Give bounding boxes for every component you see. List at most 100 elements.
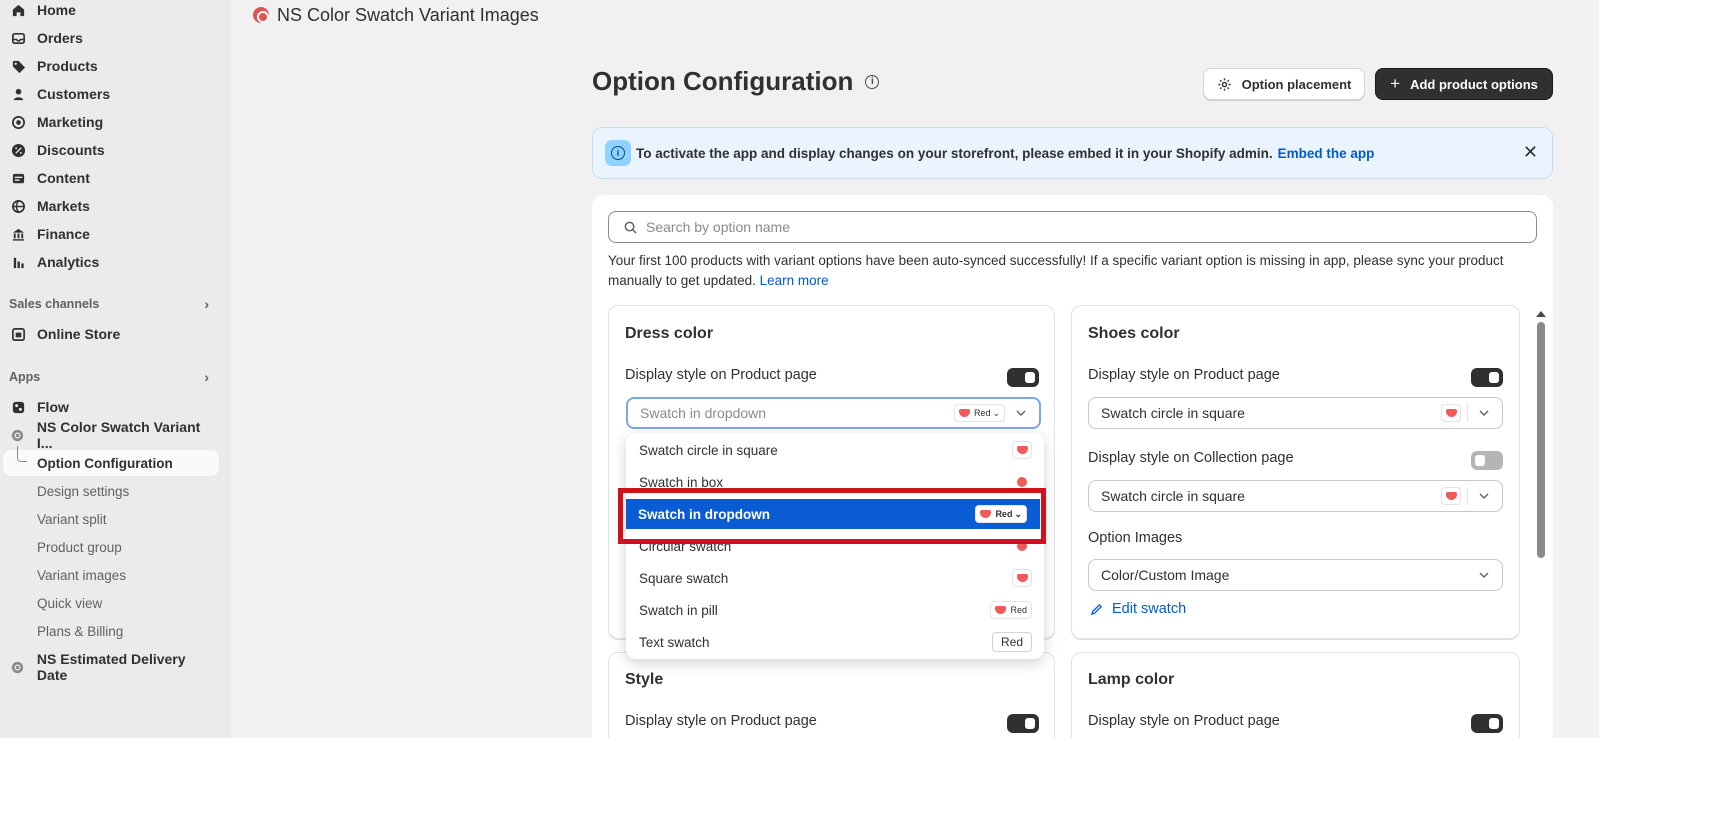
tree-connector	[17, 446, 27, 462]
sidebar-item-label: Content	[37, 170, 90, 186]
edit-swatch-link[interactable]: Edit swatch	[1090, 601, 1186, 617]
collection-page-style-select[interactable]: Swatch circle in square	[1088, 480, 1503, 512]
sidebar-item-content[interactable]: Content	[0, 166, 219, 190]
product-page-toggle[interactable]	[1007, 368, 1039, 387]
sidebar-item-analytics[interactable]: Analytics	[0, 250, 219, 274]
app-logo-icon	[8, 425, 28, 445]
button-label: Option placement	[1241, 76, 1352, 92]
sidebar-item-ns-delivery[interactable]: NS Estimated Delivery Date	[0, 651, 219, 683]
product-page-toggle[interactable]	[1471, 368, 1503, 387]
apps-section[interactable]: Apps ›	[9, 367, 209, 387]
sidebar-sub-quick-view[interactable]: Quick view	[37, 591, 102, 615]
discount-icon	[8, 140, 28, 160]
sidebar-item-label: Customers	[37, 86, 111, 102]
sidebar-item-online-store[interactable]: Online Store	[0, 322, 219, 346]
option-card-title: Shoes color	[1088, 325, 1180, 342]
search-icon	[624, 221, 637, 234]
sidebar-sub-plans-billing[interactable]: Plans & Billing	[37, 619, 123, 643]
sidebar-item-finance[interactable]: Finance	[0, 222, 219, 246]
collection-page-toggle[interactable]	[1471, 451, 1503, 470]
close-icon[interactable]: ✕	[1523, 142, 1538, 163]
swatch-pill-text: Red	[973, 408, 991, 418]
sidebar-item-customers[interactable]: Customers	[0, 82, 219, 106]
sidebar-sub-product-group[interactable]: Product group	[37, 535, 122, 559]
sidebar-item-label: Discounts	[37, 142, 105, 158]
dropdown-option[interactable]: Swatch in pill Red	[626, 595, 1044, 625]
product-page-style-label: Display style on Product page	[1088, 713, 1280, 729]
home-icon	[8, 0, 28, 20]
swatch-preview	[1012, 537, 1032, 555]
scrollbar[interactable]	[1536, 311, 1546, 561]
sidebar-item-orders[interactable]: Orders	[0, 26, 219, 50]
select-value: Swatch circle in square	[1101, 488, 1245, 504]
product-page-toggle[interactable]	[1471, 714, 1503, 733]
app-logo-icon	[253, 7, 269, 23]
orders-icon	[8, 28, 28, 48]
pencil-icon	[1090, 603, 1103, 615]
sidebar-item-label: Online Store	[37, 326, 121, 342]
plus-icon: +	[1390, 74, 1401, 93]
option-images-label: Option Images	[1088, 530, 1183, 546]
sidebar-sub-option-configuration[interactable]: Option Configuration	[37, 451, 173, 475]
bar-chart-icon	[8, 252, 28, 272]
sidebar-item-ns-color-swatch[interactable]: NS Color Swatch Variant I...	[0, 419, 219, 451]
product-page-style-label: Display style on Product page	[625, 367, 817, 383]
sidebar-item-label: Markets	[37, 198, 90, 214]
dropdown-option[interactable]: Square swatch	[626, 563, 1044, 593]
sidebar-item-home[interactable]: Home	[0, 0, 219, 22]
swatch-preview: Red	[991, 632, 1032, 652]
dropdown-option[interactable]: Text swatch Red	[626, 627, 1044, 657]
option-placement-button[interactable]: Option placement	[1203, 68, 1365, 100]
sidebar-item-marketing[interactable]: Marketing	[0, 110, 219, 134]
option-images-select[interactable]: Color/Custom Image	[1088, 559, 1503, 591]
option-label: Swatch circle in square	[639, 442, 778, 458]
dropdown-option[interactable]: Circular swatch	[626, 531, 1044, 561]
learn-more-link[interactable]: Learn more	[760, 273, 829, 288]
sidebar-item-flow[interactable]: Flow	[0, 395, 219, 419]
flow-icon	[8, 397, 28, 417]
product-page-style-label: Display style on Product page	[625, 713, 817, 729]
sidebar-item-label: Marketing	[37, 114, 104, 130]
edit-swatch-text: Edit swatch	[1112, 601, 1187, 617]
option-label: Square swatch	[639, 570, 729, 586]
swatch-preview	[1441, 404, 1461, 422]
sidebar-item-label: Orders	[37, 30, 83, 46]
product-page-style-select[interactable]: Swatch circle in square	[1088, 397, 1503, 429]
sidebar-item-label: Flow	[37, 399, 69, 415]
sidebar-sub-variant-images[interactable]: Variant images	[37, 563, 126, 587]
collection-page-style-label: Display style on Collection page	[1088, 450, 1294, 466]
product-page-toggle[interactable]	[1007, 714, 1039, 733]
info-icon: i	[605, 140, 631, 166]
tag-icon	[8, 56, 28, 76]
sidebar-item-markets[interactable]: Markets	[0, 194, 219, 218]
scrollbar-thumb[interactable]	[1537, 322, 1545, 558]
dropdown-option[interactable]: Swatch in box	[626, 467, 1044, 497]
button-label: Add product options	[1410, 76, 1538, 92]
sidebar-item-products[interactable]: Products	[0, 54, 219, 78]
dropdown-option-selected[interactable]: Swatch in dropdown Red ⌄	[626, 499, 1040, 529]
divider	[1467, 487, 1468, 505]
sales-channels-section[interactable]: Sales channels ›	[9, 294, 209, 314]
search-input[interactable]: Search by option name	[608, 211, 1537, 243]
scroll-up-arrow-icon[interactable]	[1536, 311, 1546, 317]
option-label: Circular swatch	[639, 538, 732, 554]
embed-app-link[interactable]: Embed the app	[1278, 146, 1375, 161]
chevron-down-icon	[1479, 410, 1489, 416]
section-heading: Apps	[9, 370, 41, 384]
swatch-preview: Red	[990, 601, 1032, 619]
dropdown-option[interactable]: Swatch circle in square	[626, 435, 1044, 465]
info-icon[interactable]: i	[865, 74, 880, 89]
embed-banner: i To activate the app and display change…	[592, 127, 1553, 179]
search-placeholder: Search by option name	[646, 219, 790, 235]
sidebar-sub-variant-split[interactable]: Variant split	[37, 507, 107, 531]
sidebar-item-discounts[interactable]: Discounts	[0, 138, 219, 162]
chevron-right-icon: ›	[204, 369, 209, 385]
product-page-style-select[interactable]: Swatch in dropdown Red ⌄	[626, 397, 1041, 429]
person-icon	[8, 84, 28, 104]
option-label: Swatch in box	[639, 474, 724, 490]
sidebar-sub-design-settings[interactable]: Design settings	[37, 479, 129, 503]
gear-icon	[1218, 77, 1231, 91]
chevron-down-icon	[1479, 493, 1489, 499]
option-card-title: Style	[625, 671, 664, 688]
add-product-options-button[interactable]: + Add product options	[1375, 68, 1553, 100]
